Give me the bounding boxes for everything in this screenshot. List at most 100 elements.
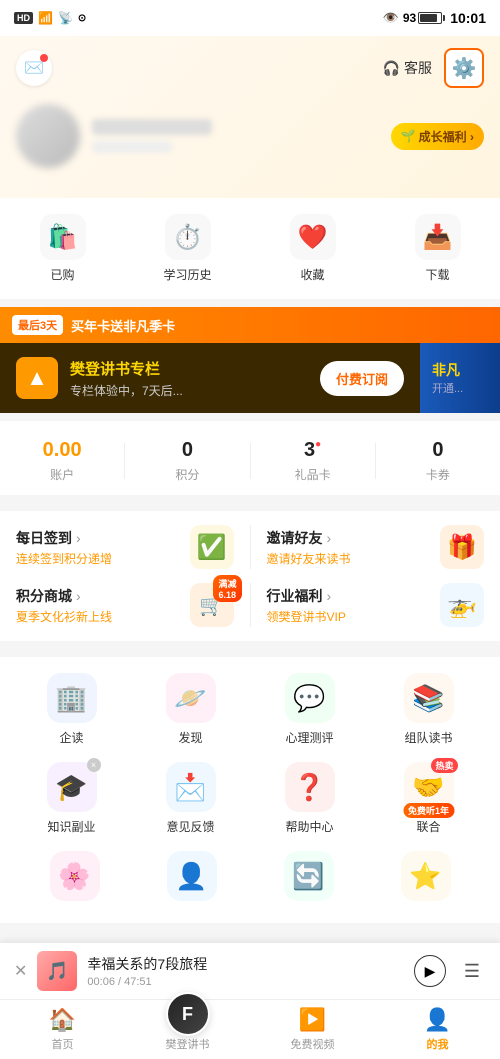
checkin-feature[interactable]: 每日签到 › 连续签到积分递增 ✅: [16, 525, 234, 569]
promo-banner[interactable]: 最后3天 买年卡送非凡季卡: [0, 307, 500, 343]
stat-account[interactable]: 0.00 账户: [0, 439, 124, 483]
service-psych[interactable]: 💬 心理测评: [254, 673, 365, 746]
nfc-icon: ⊙: [78, 13, 86, 24]
wifi-icon: 📡: [58, 11, 73, 25]
player-controls: ▶ ☰: [414, 955, 486, 987]
player-close-button[interactable]: ✕: [14, 961, 27, 981]
star-icon: ⭐: [401, 851, 451, 901]
sub-card-main: ▲ 樊登讲书专栏 专栏体验中，7天后... 付费订阅: [0, 343, 420, 413]
psych-icon: 💬: [285, 673, 335, 723]
growth-benefit-button[interactable]: 🌱 成长福利 ›: [391, 123, 484, 150]
feedback-icon: 📩: [166, 762, 216, 812]
feature-row-top: 每日签到 › 连续签到积分递增 ✅ 邀请好友 › 邀请好友来读书 🎁: [16, 525, 484, 569]
tab-mine-label: 的我: [427, 1036, 449, 1052]
help-icon: ❓: [285, 762, 335, 812]
close-icon: ×: [87, 758, 101, 772]
tab-home-label: 首页: [52, 1036, 74, 1052]
eye-icon: 👁️: [383, 10, 399, 26]
subscription-card: ▲ 樊登讲书专栏 专栏体验中，7天后... 付费订阅 非凡 开通...: [0, 343, 500, 413]
discover-icon: 🪐: [166, 673, 216, 723]
fandeng-f-icon: F: [168, 994, 208, 1034]
invite-icon: 🎁: [440, 525, 484, 569]
service-extra2[interactable]: 👤: [167, 851, 217, 907]
time-display: 10:01: [450, 10, 486, 26]
service-enterprise[interactable]: 🏢 企读: [16, 673, 127, 746]
fei-card[interactable]: 非凡 开通...: [420, 343, 500, 413]
nav-history[interactable]: ⏱️ 学习历史: [125, 214, 250, 283]
free-badge: 免费听1年: [403, 803, 454, 818]
sub-card-icon: ▲: [16, 357, 58, 399]
knowledge-icon: 🎓 ×: [47, 762, 97, 812]
flower-icon: 🌸: [50, 851, 100, 901]
player-title: 幸福关系的7段旅程: [87, 954, 404, 974]
nav-purchased[interactable]: 🛍️ 已购: [0, 214, 125, 283]
tab-home[interactable]: 🏠 首页: [0, 1000, 125, 1059]
customer-service-button[interactable]: 🎧 客服: [383, 58, 432, 78]
subscribe-button[interactable]: 付费订阅: [320, 361, 404, 396]
tab-fandeng[interactable]: F 樊登讲书: [125, 1000, 250, 1059]
service-extra1[interactable]: 🌸: [50, 851, 100, 907]
signal-icon: 📶: [38, 11, 53, 25]
service-extra4[interactable]: ⭐: [401, 851, 451, 907]
sprout-icon: 🌱: [401, 129, 416, 143]
stats-row: 0.00 账户 0 积分 3● 礼品卡 0 卡券: [0, 421, 500, 495]
download-icon: 📥: [415, 214, 461, 260]
playlist-button[interactable]: ☰: [458, 957, 486, 985]
welfare-icon: 🚁: [440, 583, 484, 627]
service-extra3[interactable]: 🔄: [284, 851, 334, 907]
bottom-nav: 🏠 首页 F 樊登讲书 ▶️ 免费视频 👤 的我: [0, 999, 500, 1059]
settings-icon: ⚙️: [452, 56, 477, 81]
stat-points[interactable]: 0 积分: [125, 439, 249, 483]
notification-dot: [40, 54, 48, 62]
purchased-icon: 🛍️: [40, 214, 86, 260]
checkin-icon: ✅: [190, 525, 234, 569]
service-partner[interactable]: 🤝 热卖 免费听1年 联合: [373, 762, 484, 835]
status-right: 👁️ 93 10:01: [383, 10, 486, 26]
shop-icon: 🛒 满减6.18: [190, 583, 234, 627]
tab-mine[interactable]: 👤 的我: [375, 1000, 500, 1059]
person-card-icon: 👤: [167, 851, 217, 901]
welfare-feature[interactable]: 行业福利 › 领樊登讲书VIP 🚁: [267, 583, 485, 627]
tab-video[interactable]: ▶️ 免费视频: [250, 1000, 375, 1059]
play-button[interactable]: ▶: [414, 955, 446, 987]
tab-video-label: 免费视频: [291, 1036, 335, 1052]
promo-text: 买年卡送非凡季卡: [71, 316, 488, 335]
service-teamread[interactable]: 📚 组队读书: [373, 673, 484, 746]
player-info: 幸福关系的7段旅程 00:06 / 47:51: [87, 954, 404, 988]
badge-618: 满减6.18: [213, 575, 241, 602]
promo-section: 最后3天 买年卡送非凡季卡 ▲ 樊登讲书专栏 专栏体验中，7天后... 付费订阅…: [0, 307, 500, 413]
stat-giftcard[interactable]: 3● 礼品卡: [251, 439, 375, 483]
nav-favorites[interactable]: ❤️ 收藏: [250, 214, 375, 283]
favorites-icon: ❤️: [290, 214, 336, 260]
enterprise-icon: 🏢: [47, 673, 97, 723]
history-icon: ⏱️: [165, 214, 211, 260]
shop-feature[interactable]: 积分商城 › 夏季文化衫新上线 🛒 满减6.18: [16, 583, 234, 627]
stat-coupon[interactable]: 0 卡券: [376, 439, 500, 483]
hd-badge: HD: [14, 12, 33, 24]
player-time: 00:06 / 47:51: [87, 976, 404, 988]
service-knowledge[interactable]: 🎓 × 知识副业: [16, 762, 127, 835]
feature-cards: 每日签到 › 连续签到积分递增 ✅ 邀请好友 › 邀请好友来读书 🎁 积分商城 …: [0, 511, 500, 641]
feature-row-bottom: 积分商城 › 夏季文化衫新上线 🛒 满减6.18 行业福利 › 领樊登讲书VIP…: [16, 583, 484, 627]
settings-button[interactable]: ⚙️: [444, 48, 484, 88]
teamread-icon: 📚: [404, 673, 454, 723]
home-icon: 🏠: [49, 1007, 76, 1033]
mine-icon: 👤: [424, 1007, 451, 1033]
refresh-icon: 🔄: [284, 851, 334, 901]
fandeng-special-bg: F: [166, 992, 210, 1036]
quick-nav: 🛍️ 已购 ⏱️ 学习历史 ❤️ 收藏 📥 下载: [0, 198, 500, 299]
service-grid: 🏢 企读 🪐 发现 💬 心理测评 📚 组队读书 🎓 × 知识副业 📩: [0, 657, 500, 923]
service-feedback[interactable]: 📩 意见反馈: [135, 762, 246, 835]
invite-feature[interactable]: 邀请好友 › 邀请好友来读书 🎁: [267, 525, 485, 569]
status-bar: HD 📶 📡 ⊙ 👁️ 93 10:01: [0, 0, 500, 36]
service-discover[interactable]: 🪐 发现: [135, 673, 246, 746]
nav-download[interactable]: 📥 下载: [375, 214, 500, 283]
battery-display: 93: [403, 11, 442, 25]
hot-badge: 热卖: [431, 758, 457, 773]
promo-tag: 最后3天: [12, 315, 63, 335]
service-help[interactable]: ❓ 帮助中心: [254, 762, 365, 835]
message-button[interactable]: ✉️: [16, 50, 52, 86]
avatar[interactable]: [16, 104, 80, 168]
username: [92, 119, 212, 135]
video-icon: ▶️: [299, 1007, 326, 1033]
